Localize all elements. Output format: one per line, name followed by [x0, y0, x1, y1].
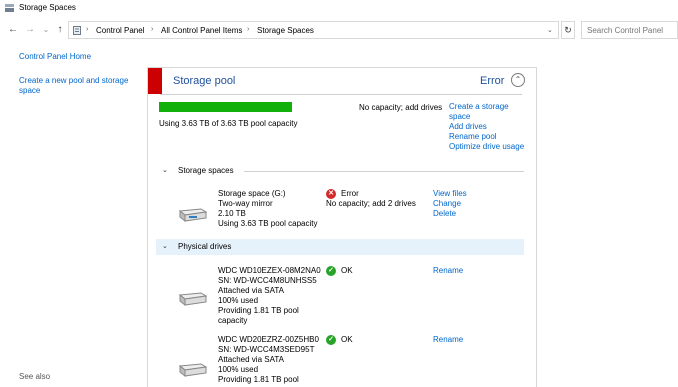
create-storage-space-link-line2[interactable]: space [449, 112, 470, 122]
breadcrumb-control-panel[interactable]: Control Panel [96, 26, 144, 35]
drive-providing-cont: capacity [218, 316, 248, 325]
drive-providing: Providing 1.81 TB pool [218, 306, 299, 315]
storage-space-drive-icon [178, 208, 207, 222]
drive-providing: Providing 1.81 TB pool [218, 375, 299, 384]
physical-drives-heading: Physical drives [178, 242, 232, 251]
storage-space-resiliency: Two-way mirror [218, 199, 273, 208]
breadcrumb-storage-spaces[interactable]: Storage Spaces [257, 26, 314, 35]
error-status-strip [148, 68, 162, 94]
ok-check-icon: ✓ [326, 266, 336, 276]
physical-drive-icon [178, 363, 207, 377]
storage-space-usage: Using 3.63 TB pool capacity [218, 219, 318, 228]
drive-used: 100% used [218, 296, 259, 305]
breadcrumb-all-items[interactable]: All Control Panel Items [161, 26, 242, 35]
header-divider [160, 94, 522, 95]
pool-usage-text: Using 3.63 TB of 3.63 TB pool capacity [159, 119, 298, 128]
breadcrumb-separator: › [247, 26, 250, 33]
drive-model: WDC WD10EZEX-08M2NA0 [218, 266, 321, 275]
create-storage-space-link-line1[interactable]: Create a storage [449, 102, 509, 112]
optimize-drive-usage-link[interactable]: Optimize drive usage [449, 142, 524, 152]
window-title: Storage Spaces [19, 3, 76, 12]
storage-space-size: 2.10 TB [218, 209, 246, 218]
view-files-link[interactable]: View files [433, 189, 467, 199]
chevron-down-icon[interactable]: ⌄ [162, 242, 168, 250]
storage-spaces-heading: Storage spaces [178, 166, 234, 175]
back-arrow-icon[interactable]: ← [7, 24, 19, 36]
physical-drive-icon [178, 292, 207, 306]
see-also-heading: See also [19, 372, 51, 381]
error-icon: ✕ [326, 189, 336, 199]
forward-arrow-icon[interactable]: → [24, 24, 36, 36]
search-box[interactable] [581, 21, 678, 39]
collapse-chevron-icon[interactable]: ⌃ [511, 73, 525, 87]
drive-status: OK [341, 335, 353, 344]
control-panel-icon [73, 26, 81, 35]
delete-link[interactable]: Delete [433, 209, 456, 219]
storage-space-status: Error [341, 189, 359, 198]
drive-status: OK [341, 266, 353, 275]
storage-spaces-section-header[interactable]: ⌄ Storage spaces [156, 163, 524, 179]
pool-title: Storage pool [173, 75, 236, 87]
breadcrumb-separator: › [86, 26, 89, 33]
drive-attachment: Attached via SATA [218, 286, 284, 295]
breadcrumb-separator: › [151, 26, 154, 33]
pool-status: Error [480, 75, 505, 87]
ok-check-icon: ✓ [326, 335, 336, 345]
address-box[interactable]: › Control Panel › All Control Panel Item… [68, 21, 559, 39]
recent-locations-chevron-icon[interactable]: ⌄ [40, 24, 52, 36]
section-divider [244, 171, 524, 172]
add-drives-link[interactable]: Add drives [449, 122, 487, 132]
physical-drives-section-header[interactable]: ⌄ Physical drives [156, 239, 524, 255]
change-link[interactable]: Change [433, 199, 461, 209]
drive-used: 100% used [218, 365, 259, 374]
storage-pool-panel: Storage pool Error ⌃ Using 3.63 TB of 3.… [147, 67, 537, 387]
pool-usage-fill [159, 102, 292, 112]
create-pool-link-line1[interactable]: Create a new pool and storage [19, 76, 128, 86]
search-input[interactable] [582, 22, 677, 38]
storage-space-status-detail: No capacity; add 2 drives [326, 199, 416, 208]
drive-serial: SN: WD-WCC4M3SED95T [218, 345, 315, 354]
up-arrow-icon[interactable]: ↑ [54, 24, 66, 36]
drive-serial: SN: WD-WCC4M8UNHSS5 [218, 276, 317, 285]
rename-pool-link[interactable]: Rename pool [449, 132, 497, 142]
pool-usage-bar [159, 102, 292, 112]
drive-attachment: Attached via SATA [218, 355, 284, 364]
pool-header[interactable]: Storage pool Error ⌃ [148, 68, 536, 94]
control-panel-home-link[interactable]: Control Panel Home [19, 52, 91, 62]
storage-space-name: Storage space (G:) [218, 189, 286, 198]
capacity-warning: No capacity; add drives [359, 103, 443, 112]
rename-drive-link[interactable]: Rename [433, 335, 463, 345]
refresh-button[interactable]: ↻ [561, 21, 575, 39]
drive-model: WDC WD20EZRZ-00Z5HB0 [218, 335, 319, 344]
address-bar: ← → ⌄ ↑ › Control Panel › All Control Pa… [0, 19, 678, 41]
rename-drive-link[interactable]: Rename [433, 266, 463, 276]
chevron-down-icon[interactable]: ⌄ [162, 166, 168, 174]
title-bar: Storage Spaces [0, 0, 678, 17]
storage-spaces-icon [5, 4, 14, 12]
address-dropdown-icon[interactable]: ⌄ [547, 26, 553, 34]
create-pool-link-line2[interactable]: space [19, 86, 40, 96]
